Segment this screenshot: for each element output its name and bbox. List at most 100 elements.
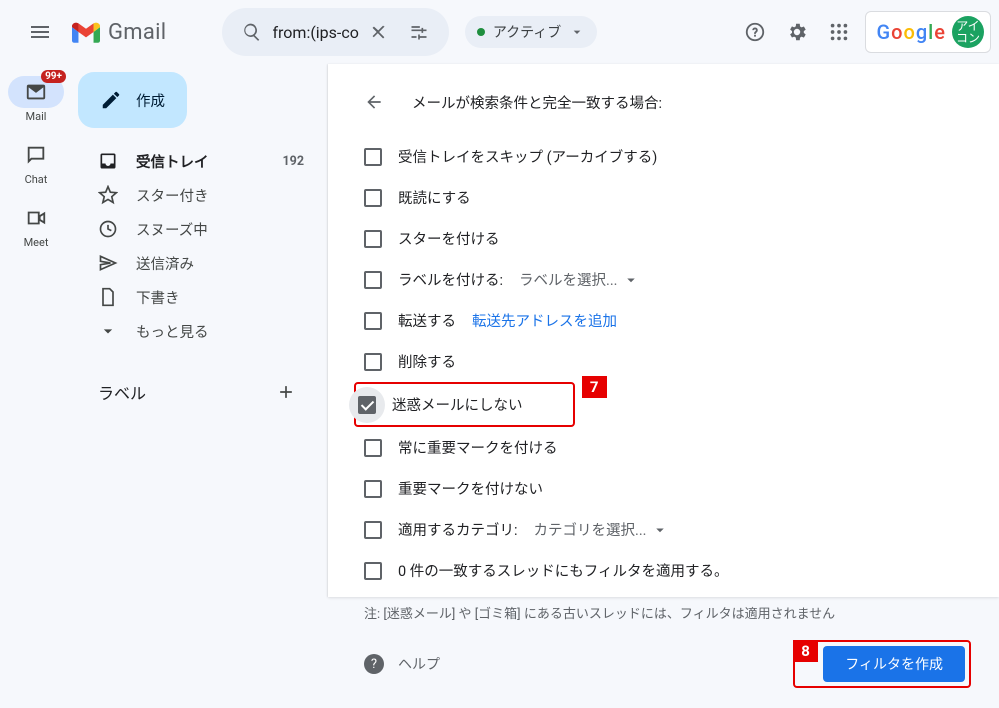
status-chip[interactable]: アクティブ <box>465 16 597 48</box>
app-rail: 99+ Mail Chat Meet <box>0 64 72 597</box>
checkbox[interactable] <box>364 562 382 580</box>
filter-opt-not-spam[interactable]: 迷惑メールにしない <box>356 384 523 425</box>
inbox-icon <box>98 151 118 171</box>
sidebar: 作成 受信トレイ 192 スター付き スヌーズ中 送信済み 下書き もっと見る <box>72 64 328 597</box>
sidebar-item-label: 受信トレイ <box>136 151 264 172</box>
search-icon <box>242 22 262 42</box>
google-wordmark: Google <box>876 20 946 45</box>
sidebar-item-label: もっと見る <box>136 321 304 342</box>
sidebar-item-label: スヌーズ中 <box>136 219 304 240</box>
header: Gmail from:(ips-co アクティブ Google アイ コン <box>0 0 999 64</box>
help-circle-icon[interactable]: ? <box>364 654 384 674</box>
filter-opt-skip-inbox[interactable]: 受信トレイをスキップ (アーカイブする) <box>356 136 971 177</box>
compose-button[interactable]: 作成 <box>78 72 187 128</box>
google-apps-button[interactable] <box>819 12 859 52</box>
clock-icon <box>98 219 118 239</box>
opt-label: ラベルを付ける: <box>398 269 503 290</box>
checkbox[interactable] <box>364 521 382 539</box>
sidebar-item-drafts[interactable]: 下書き <box>72 280 320 314</box>
filter-opt-forward[interactable]: 転送する 転送先アドレスを追加 <box>356 300 971 341</box>
callout-8-box: 8 フィルタを作成 <box>793 640 971 688</box>
plus-icon <box>276 382 296 402</box>
chevron-down-icon <box>98 321 118 341</box>
callout-7-box: 迷惑メールにしない <box>354 382 575 427</box>
sidebar-item-count: 192 <box>282 154 304 169</box>
filter-opt-star[interactable]: スターを付ける <box>356 218 971 259</box>
checkbox[interactable] <box>364 312 382 330</box>
checkbox[interactable] <box>364 148 382 166</box>
checkbox[interactable] <box>364 480 382 498</box>
checkbox[interactable] <box>364 189 382 207</box>
rail-item-chat[interactable]: Chat <box>8 139 64 186</box>
help-label[interactable]: ヘルプ <box>398 654 440 674</box>
gmail-wordmark: Gmail <box>108 20 166 45</box>
google-account-box[interactable]: Google アイ コン <box>865 11 991 53</box>
label-select[interactable]: ラベルを選択... <box>519 269 639 290</box>
status-chip-label: アクティブ <box>493 22 561 42</box>
filter-opt-delete[interactable]: 削除する <box>356 341 971 382</box>
labels-heading-text: ラベル <box>98 380 146 404</box>
chevron-down-icon <box>569 24 585 40</box>
filter-panel-header: メールが検索条件と完全一致する場合: <box>356 84 971 120</box>
file-icon <box>98 287 118 307</box>
sidebar-item-starred[interactable]: スター付き <box>72 178 320 212</box>
star-icon <box>98 185 118 205</box>
compose-label: 作成 <box>136 90 165 111</box>
create-filter-button[interactable]: フィルタを作成 <box>823 646 965 682</box>
rail-label: Mail <box>26 110 47 123</box>
back-button[interactable] <box>356 84 392 120</box>
send-icon <box>98 253 118 273</box>
rail-label: Meet <box>24 236 49 249</box>
filter-opt-always-important[interactable]: 常に重要マークを付ける <box>356 427 971 468</box>
filter-note: 注: [迷惑メール] や [ゴミ箱] にある古いスレッドには、フィルタは適用され… <box>364 603 971 622</box>
opt-label: スターを付ける <box>398 228 500 249</box>
gear-icon <box>786 21 808 43</box>
tune-icon <box>409 22 429 42</box>
add-label-button[interactable] <box>270 376 302 408</box>
rail-item-meet[interactable]: Meet <box>8 202 64 249</box>
filter-opt-categorize[interactable]: 適用するカテゴリ: カテゴリを選択... <box>356 509 971 550</box>
opt-label: 重要マークを付けない <box>398 478 543 499</box>
sidebar-item-more[interactable]: もっと見る <box>72 314 320 348</box>
pencil-icon <box>100 89 122 111</box>
settings-button[interactable] <box>777 12 817 52</box>
labels-heading: ラベル <box>72 376 320 408</box>
filter-opt-never-important[interactable]: 重要マークを付けない <box>356 468 971 509</box>
category-select[interactable]: カテゴリを選択... <box>534 519 669 540</box>
sidebar-item-snoozed[interactable]: スヌーズ中 <box>72 212 320 246</box>
search-button[interactable] <box>232 12 272 52</box>
filter-opt-mark-read[interactable]: 既読にする <box>356 177 971 218</box>
support-button[interactable] <box>735 12 775 52</box>
filter-opt-apply-label[interactable]: ラベルを付ける: ラベルを選択... <box>356 259 971 300</box>
callout-7: 7 <box>582 376 607 398</box>
sidebar-item-label: 送信済み <box>136 253 304 274</box>
checkbox[interactable] <box>358 396 376 414</box>
checkbox[interactable] <box>364 439 382 457</box>
help-icon <box>744 21 766 43</box>
mail-badge: 99+ <box>41 70 66 83</box>
add-forward-address-link[interactable]: 転送先アドレスを追加 <box>472 310 617 331</box>
sidebar-item-sent[interactable]: 送信済み <box>72 246 320 280</box>
sidebar-item-label: 下書き <box>136 287 304 308</box>
filter-panel-title: メールが検索条件と完全一致する場合: <box>412 92 662 113</box>
filter-opt-apply-existing[interactable]: 0 件の一致するスレッドにもフィルタを適用する。 <box>356 550 971 591</box>
triangle-down-icon <box>651 521 669 539</box>
gmail-icon <box>72 21 100 43</box>
checkbox[interactable] <box>364 230 382 248</box>
gmail-logo[interactable]: Gmail <box>72 20 166 45</box>
main-menu-button[interactable] <box>16 8 64 56</box>
opt-label: 0 件の一致するスレッドにもフィルタを適用する。 <box>398 560 728 581</box>
sidebar-item-inbox[interactable]: 受信トレイ 192 <box>72 144 320 178</box>
account-avatar[interactable]: アイ コン <box>952 16 984 48</box>
checkbox[interactable] <box>364 271 382 289</box>
search-query-text: from:(ips-co <box>272 23 358 42</box>
advanced-search-button[interactable] <box>399 12 439 52</box>
header-right: Google アイ コン <box>735 11 991 53</box>
clear-search-button[interactable] <box>359 12 399 52</box>
callout-8: 8 <box>793 640 818 662</box>
checkbox[interactable] <box>364 353 382 371</box>
filter-panel: メールが検索条件と完全一致する場合: 受信トレイをスキップ (アーカイブする) … <box>328 64 999 597</box>
search-bar[interactable]: from:(ips-co <box>222 8 448 56</box>
opt-label: 削除する <box>398 351 456 372</box>
rail-item-mail[interactable]: 99+ Mail <box>8 76 64 123</box>
